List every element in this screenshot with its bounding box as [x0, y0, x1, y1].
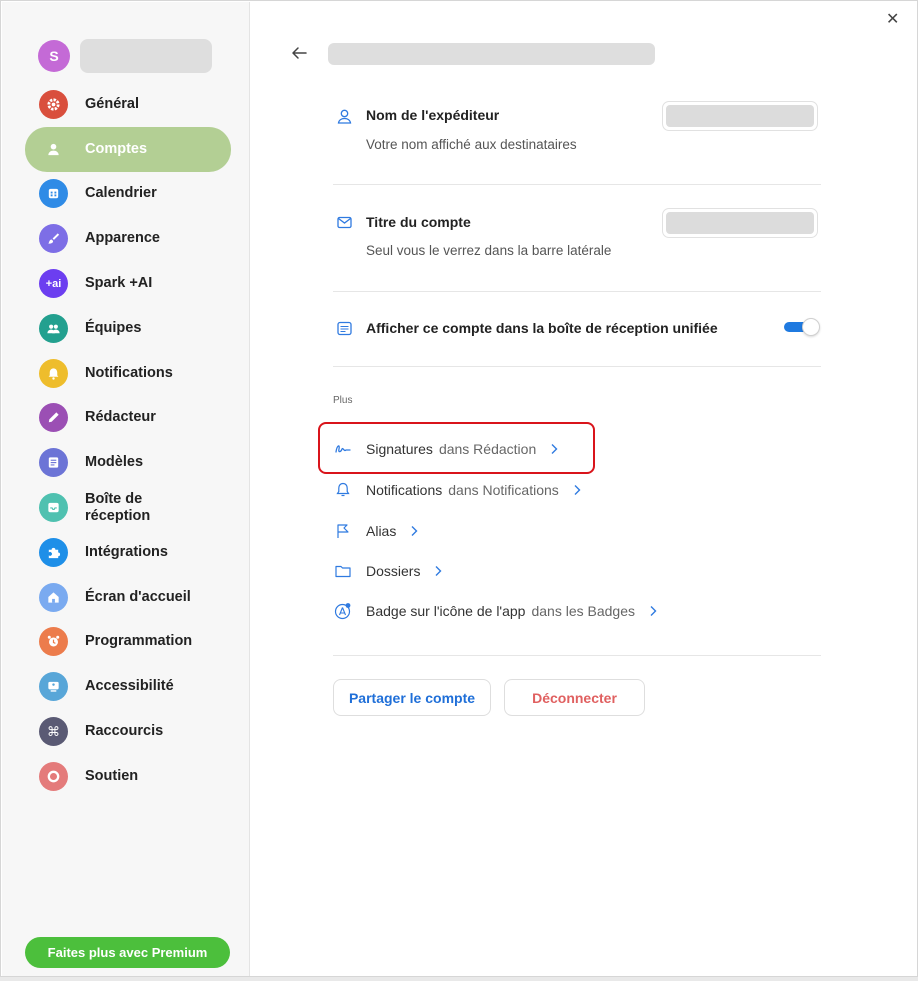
ai-icon: +ai [39, 269, 68, 299]
bell-icon [39, 358, 68, 388]
unified-inbox-label: Afficher ce compte dans la boîte de réce… [366, 320, 718, 336]
redacted-account-title [328, 43, 655, 65]
puzzle-icon [39, 537, 68, 567]
chevron-right-icon [435, 566, 442, 576]
sidebar-item-scheduling[interactable]: Programmation [25, 620, 231, 665]
calendar-icon [39, 179, 68, 209]
alias-link[interactable]: Alias [334, 519, 418, 543]
divider [333, 291, 821, 292]
signatures-highlight-box [318, 422, 595, 474]
sidebar-item-accessibility[interactable]: Accessibilité [25, 664, 231, 709]
account-title-subtitle: Seul vous le verrez dans la barre latéra… [366, 243, 612, 258]
folders-link[interactable]: Dossiers [334, 559, 442, 583]
accessibility-icon [39, 672, 68, 702]
sidebar-item-shortcuts[interactable]: ⌘ Raccourcis [25, 709, 231, 754]
bell-icon [334, 481, 352, 499]
badge-icon [334, 602, 352, 620]
settings-window: S Général Comptes Calendrier Apparence +… [0, 0, 918, 977]
sidebar-item-teams[interactable]: Équipes [25, 306, 231, 351]
person-outline-icon [337, 109, 352, 124]
sender-name-subtitle: Votre nom affiché aux destinataires [366, 137, 577, 152]
folder-icon [334, 562, 352, 580]
person-icon [39, 135, 68, 164]
command-icon: ⌘ [39, 717, 68, 747]
settings-nav: Général Comptes Calendrier Apparence +ai… [25, 82, 231, 799]
support-icon [39, 761, 68, 791]
divider [333, 366, 821, 367]
account-title-title: Titre du compte [366, 214, 471, 230]
sidebar-item-label: Écran d'accueil [85, 588, 191, 605]
sidebar-item-spark-ai[interactable]: +ai Spark +AI [25, 261, 231, 306]
sidebar-item-calendar[interactable]: Calendrier [25, 172, 231, 217]
account-title-field[interactable] [662, 208, 818, 238]
paint-brush-icon [39, 224, 68, 254]
logout-button[interactable]: Déconnecter [504, 679, 645, 716]
sidebar-item-label: Comptes [85, 140, 148, 157]
sidebar-item-integrations[interactable]: Intégrations [25, 530, 231, 575]
sender-name-field[interactable] [662, 101, 818, 131]
gear-icon [39, 89, 68, 119]
sidebar-item-accounts[interactable]: Comptes [25, 126, 231, 172]
account-header[interactable]: S [38, 38, 212, 74]
link-label: Badge sur l'icône de l'app [366, 603, 526, 619]
sidebar-item-templates[interactable]: Modèles [25, 440, 231, 485]
link-sublabel: dans les Badges [531, 603, 635, 619]
sidebar-item-appearance[interactable]: Apparence [25, 216, 231, 261]
sidebar-item-general[interactable]: Général [25, 82, 231, 127]
sidebar-item-label: Calendrier [85, 185, 157, 202]
link-label: Alias [366, 523, 397, 539]
sidebar-item-label: Rédacteur [85, 409, 156, 426]
home-icon [39, 582, 68, 612]
sidebar-item-label: Spark +AI [85, 275, 153, 292]
avatar: S [38, 40, 70, 72]
chevron-right-icon [411, 526, 418, 536]
unified-inbox-toggle[interactable] [784, 318, 821, 336]
sidebar-item-inbox[interactable]: Boîte de réception [25, 485, 231, 530]
sidebar-item-label: Notifications [85, 364, 173, 381]
app-badge-link[interactable]: Badge sur l'icône de l'app dans les Badg… [334, 599, 657, 623]
sender-name-title: Nom de l'expéditeur [366, 107, 500, 123]
sidebar-item-label: Intégrations [85, 543, 168, 560]
sidebar-item-composer[interactable]: Rédacteur [25, 396, 231, 441]
sidebar-item-label: Raccourcis [85, 723, 164, 740]
sidebar-item-label: Équipes [85, 319, 142, 336]
back-arrow-icon[interactable] [289, 43, 309, 63]
sidebar-item-label: Boîte de réception [85, 490, 151, 524]
sidebar-item-label: Apparence [85, 230, 160, 247]
divider [333, 184, 821, 185]
link-label: Dossiers [366, 563, 421, 579]
alarm-clock-icon [39, 627, 68, 657]
sidebar-item-label: Général [85, 95, 139, 112]
redacted-account-name [80, 39, 212, 73]
sidebar-item-label: Modèles [85, 454, 144, 471]
premium-button[interactable]: Faites plus avec Premium [25, 937, 230, 968]
sidebar-item-label: Soutien [85, 767, 139, 784]
divider [333, 655, 821, 656]
inbox-tray-icon [337, 321, 352, 336]
pencil-icon [39, 403, 68, 433]
template-icon [39, 448, 68, 478]
chevron-right-icon [574, 485, 581, 495]
close-icon[interactable]: ✕ [886, 9, 899, 29]
link-sublabel: dans Notifications [448, 482, 559, 498]
sidebar-item-support[interactable]: Soutien [25, 754, 231, 799]
link-label: Notifications [366, 482, 443, 498]
envelope-icon [337, 216, 352, 229]
inbox-icon [39, 493, 68, 523]
alias-icon [334, 522, 352, 540]
notifications-link[interactable]: Notifications dans Notifications [334, 478, 581, 502]
settings-sidebar: S Général Comptes Calendrier Apparence +… [2, 2, 250, 976]
sidebar-item-label: Programmation [85, 633, 193, 650]
sidebar-item-notifications[interactable]: Notifications [25, 351, 231, 396]
sidebar-item-home-screen[interactable]: Écran d'accueil [25, 575, 231, 620]
team-icon [39, 313, 68, 343]
sidebar-item-label: Accessibilité [85, 678, 174, 695]
share-account-button[interactable]: Partager le compte [333, 679, 491, 716]
more-section-label: Plus [333, 395, 353, 406]
chevron-right-icon [650, 606, 657, 616]
